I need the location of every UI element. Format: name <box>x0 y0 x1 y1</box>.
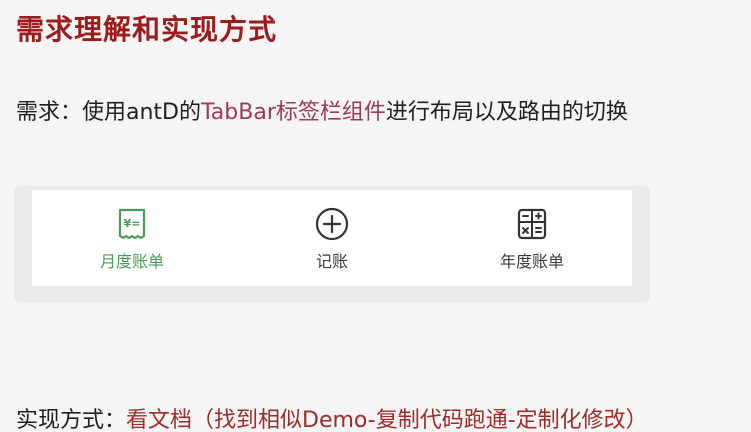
slide: 需求理解和实现方式 需求：使用antD的TabBar标签栏组件进行布局以及路由的… <box>0 0 751 432</box>
implementation-prefix: 实现方式： <box>16 408 127 432</box>
tab-label: 月度账单 <box>99 252 164 271</box>
requirement-prefix: 需求：使用antD的 <box>16 100 201 125</box>
monthly-bill-icon: ¥= <box>112 204 152 244</box>
calculator-icon <box>512 204 552 244</box>
requirement-suffix: 进行布局以及路由的切换 <box>385 100 628 125</box>
implementation-highlight: 看文档（找到相似Demo-复制代码跑通-定制化修改） <box>126 408 648 432</box>
slide-title: 需求理解和实现方式 <box>16 13 278 46</box>
tab-bookkeeping[interactable]: 记账 <box>252 198 412 278</box>
tab-label: 年度账单 <box>499 252 564 271</box>
tab-label: 记账 <box>315 252 348 271</box>
tab-annual-bill[interactable]: 年度账单 <box>452 198 612 278</box>
svg-text:¥=: ¥= <box>124 217 141 230</box>
tab-monthly-bill[interactable]: ¥= 月度账单 <box>52 198 212 278</box>
tabbar: ¥= 月度账单 记账 年度账单 <box>32 190 632 286</box>
requirement-text: 需求：使用antD的TabBar标签栏组件进行布局以及路由的切换 <box>16 94 628 126</box>
implementation-text: 实现方式：看文档（找到相似Demo-复制代码跑通-定制化修改） <box>16 402 648 432</box>
add-circle-icon <box>312 204 352 244</box>
requirement-highlight: TabBar标签栏组件 <box>201 100 386 125</box>
